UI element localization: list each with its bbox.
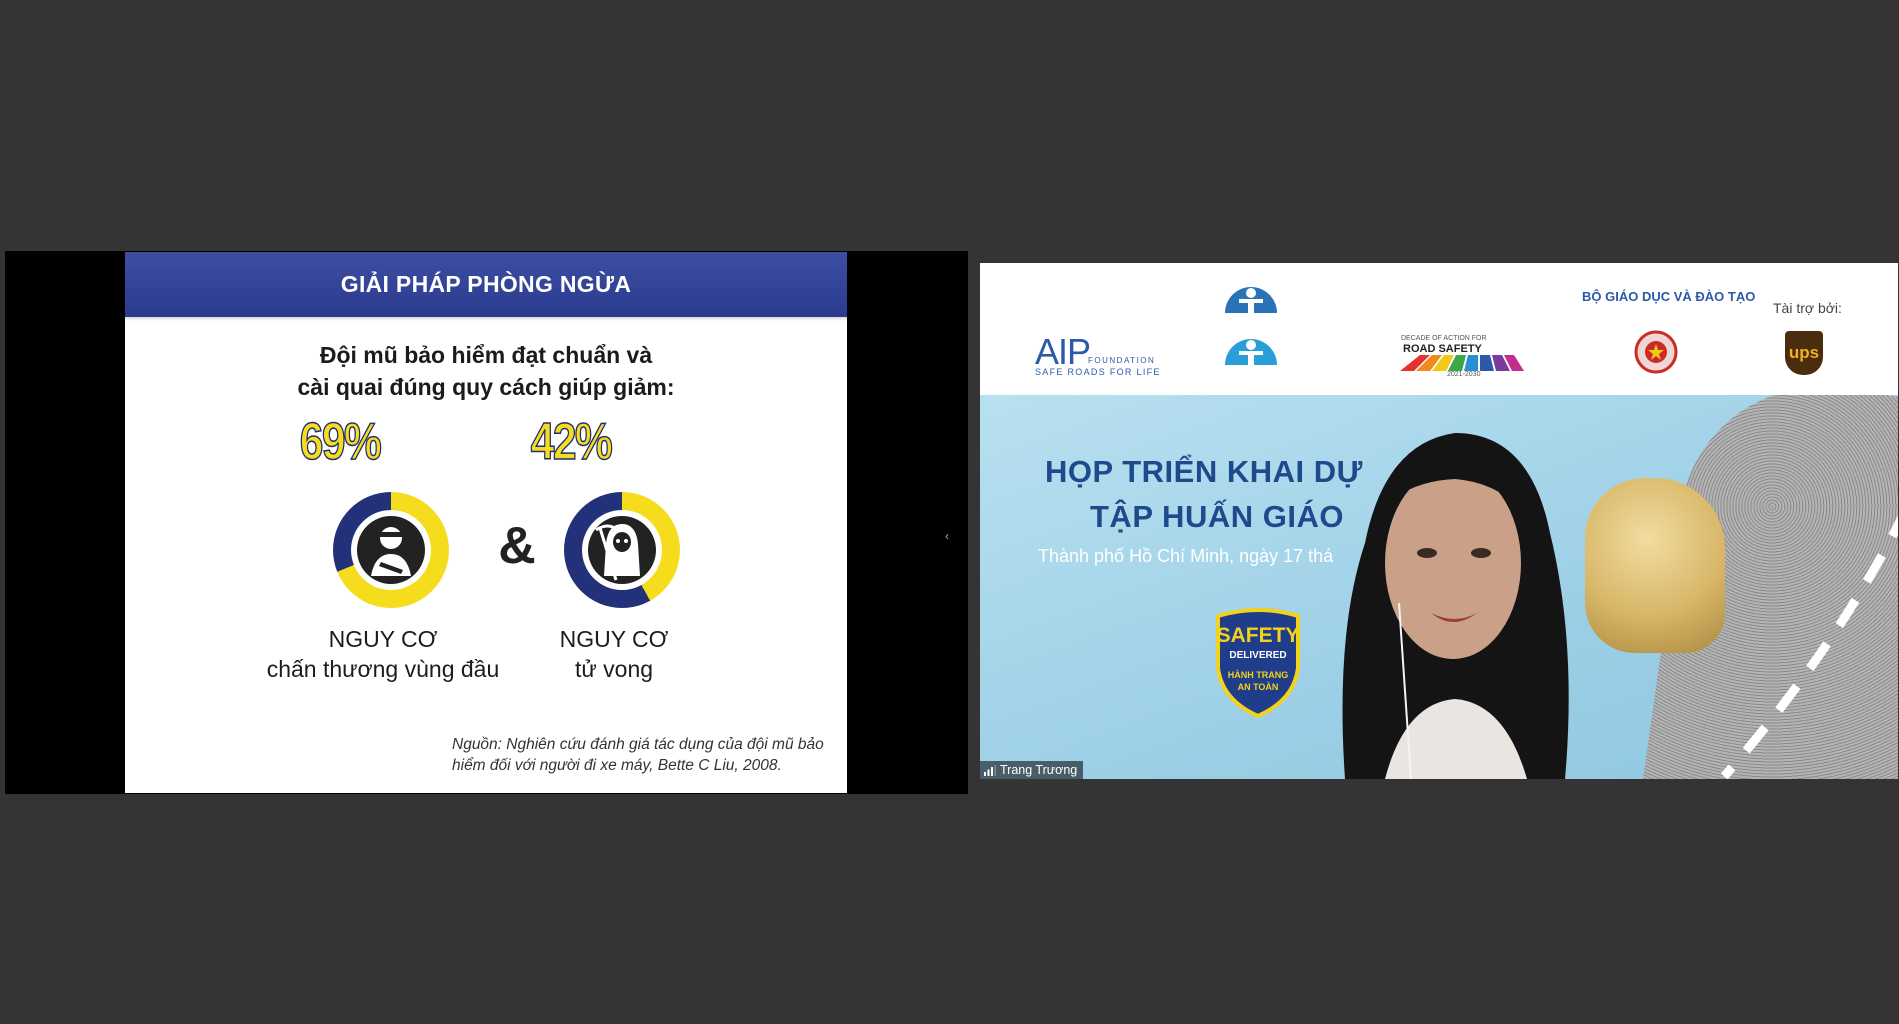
badge-safety-text: SAFETY	[1216, 624, 1300, 647]
participant-name-tag: Trang Trương	[980, 761, 1084, 779]
death-risk-line-2: tử vong	[574, 656, 654, 682]
ministry-emblem-logo	[1634, 330, 1678, 374]
death-ring	[564, 492, 680, 608]
road-safety-rainbow-icon	[1400, 355, 1524, 371]
slide-header: GIẢI PHÁP PHÒNG NGỪA	[125, 252, 847, 321]
participant-video-tile[interactable]: AIP FOUNDATION SAFE ROADS FOR LIFE DECAD…	[980, 263, 1898, 779]
presenter-video-feed	[1342, 433, 1569, 779]
banner-title-line-2: TẬP HUẤN GIÁO	[1090, 499, 1344, 534]
death-risk-line-1: NGUY CƠ	[559, 626, 669, 652]
safety-delivered-badge: SAFETY DELIVERED HÀNH TRANG AN TOÀN	[1208, 608, 1308, 718]
slide-headline-line-1: Đội mũ bảo hiểm đạt chuẩn và	[319, 342, 653, 368]
aip-foundation-label: FOUNDATION	[1088, 356, 1156, 365]
slide-headline-line-2: cài quai đúng quy cách giúp giảm:	[297, 374, 675, 400]
decade-label: DECADE OF ACTION FOR	[1401, 335, 1487, 342]
hcmc-traffic-committee-logo	[1225, 339, 1277, 365]
participant-name: Trang Trương	[1000, 763, 1078, 777]
death-percent: 42%	[530, 412, 613, 472]
badge-delivered-text: DELIVERED	[1229, 650, 1287, 661]
national-traffic-committee-logo	[1225, 287, 1277, 313]
badge-line-1: HÀNH TRANG	[1227, 670, 1289, 680]
aip-tagline: SAFE ROADS FOR LIFE	[1035, 367, 1161, 377]
road-safety-logo: ROAD SAFETY	[1403, 343, 1482, 355]
ampersand-symbol: &	[498, 517, 536, 575]
ups-logo-text: ups	[1788, 343, 1820, 362]
sponsor-label: Tài trợ bởi:	[1773, 300, 1842, 316]
source-line-2: hiểm đối với người đi xe máy, Bette C Li…	[452, 757, 782, 774]
head-injury-ring	[333, 492, 449, 608]
grim-reaper-icon	[588, 516, 656, 584]
ups-logo: ups	[1785, 331, 1823, 375]
motorcycle-helmet-image	[1585, 478, 1725, 653]
death-risk-label: NGUY CƠ tử vong	[474, 624, 754, 684]
source-citation: Nguồn: Nghiên cứu đánh giá tác dụng của …	[452, 734, 832, 776]
sponsor-logo-bar: AIP FOUNDATION SAFE ROADS FOR LIFE DECAD…	[980, 263, 1898, 395]
ministry-of-education-label: BỘ GIÁO DỤC VÀ ĐÀO TẠO	[1582, 289, 1756, 304]
signal-bars-icon	[984, 764, 996, 776]
mouse-cursor-icon: ‹	[945, 529, 949, 543]
badge-line-2: AN TOÀN	[1237, 682, 1279, 692]
injured-person-icon	[357, 516, 425, 584]
source-line-1: Nguồn: Nghiên cứu đánh giá tác dụng của …	[452, 736, 824, 753]
presentation-slide: GIẢI PHÁP PHÒNG NGỪA Đội mũ bảo hiểm đạt…	[125, 252, 847, 793]
screen-share-tile[interactable]: GIẢI PHÁP PHÒNG NGỪA Đội mũ bảo hiểm đạt…	[5, 251, 968, 794]
head-injury-percent: 69%	[299, 412, 382, 472]
banner-subtitle: Thành phố Hồ Chí Minh, ngày 17 thá	[1038, 546, 1334, 566]
decade-years: 2021-2030	[1447, 371, 1481, 378]
